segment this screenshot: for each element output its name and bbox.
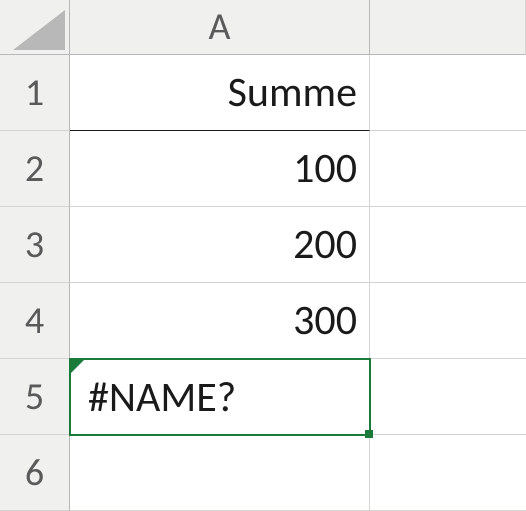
- cell-A4[interactable]: 300: [70, 283, 370, 359]
- cell-A2[interactable]: 100: [70, 131, 370, 207]
- cell-B1[interactable]: [370, 55, 526, 131]
- cell-A1[interactable]: Summe: [70, 55, 370, 131]
- spreadsheet-grid: A 1 Summe 2 100 3 200 4 300 5 #NAME? 6: [0, 0, 526, 511]
- row-header-4[interactable]: 4: [0, 283, 70, 359]
- row-header-6[interactable]: 6: [0, 435, 70, 511]
- select-all-corner[interactable]: [0, 0, 70, 55]
- cell-A3[interactable]: 200: [70, 207, 370, 283]
- cell-B3[interactable]: [370, 207, 526, 283]
- row-header-5[interactable]: 5: [0, 359, 70, 435]
- error-indicator-icon: [70, 360, 84, 374]
- column-header-gutter: [370, 0, 526, 55]
- cell-B4[interactable]: [370, 283, 526, 359]
- cell-A6[interactable]: [70, 435, 370, 511]
- column-header-A[interactable]: A: [70, 0, 370, 55]
- cell-B5[interactable]: [370, 359, 526, 435]
- row-header-1[interactable]: 1: [0, 55, 70, 131]
- cell-A5[interactable]: #NAME?: [70, 359, 370, 435]
- cell-B2[interactable]: [370, 131, 526, 207]
- row-header-3[interactable]: 3: [0, 207, 70, 283]
- fill-handle[interactable]: [365, 430, 373, 438]
- cell-B6[interactable]: [370, 435, 526, 511]
- row-header-2[interactable]: 2: [0, 131, 70, 207]
- cell-A5-value: #NAME?: [88, 372, 236, 423]
